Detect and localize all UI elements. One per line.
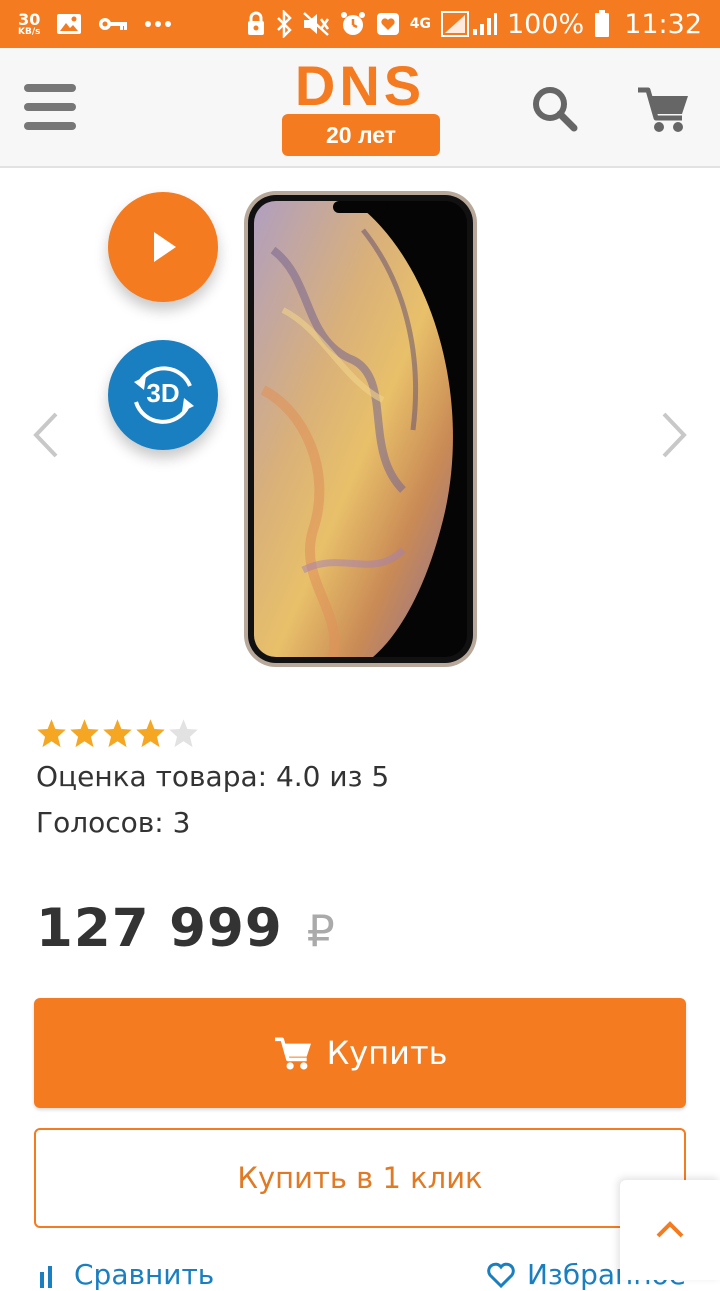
dns-logo[interactable]: DNS 20 лет bbox=[280, 54, 440, 156]
3d-label: 3D bbox=[146, 378, 180, 408]
bluetooth-icon bbox=[276, 10, 292, 38]
logo-badge: 20 лет bbox=[282, 114, 440, 156]
cart-icon bbox=[274, 1037, 311, 1070]
chevron-up-icon bbox=[656, 1221, 684, 1238]
heart-icon bbox=[376, 13, 399, 35]
status-bar: 30 KB/s 4G 100% 11:32 bbox=[0, 0, 720, 48]
play-icon bbox=[154, 232, 176, 262]
vpn-icon bbox=[247, 11, 264, 35]
video-button[interactable] bbox=[108, 192, 218, 302]
cart-icon[interactable] bbox=[636, 84, 690, 134]
star-icon bbox=[70, 719, 99, 748]
heart-outline-icon bbox=[487, 1262, 515, 1288]
speed-value: 30 bbox=[18, 9, 41, 29]
chevron-right-icon[interactable] bbox=[656, 410, 692, 460]
price-amount: 127 999 bbox=[36, 898, 283, 959]
alarm-icon bbox=[340, 12, 365, 35]
rating-stars bbox=[36, 718, 199, 750]
rating-text: Оценка товара: 4.0 из 5 bbox=[36, 760, 390, 793]
more-icon bbox=[145, 21, 172, 27]
compare-link[interactable]: Сравнить bbox=[36, 1258, 214, 1291]
battery-percent: 100% bbox=[506, 8, 585, 40]
price: 127 999 ₽ bbox=[36, 898, 335, 968]
compare-label: Сравнить bbox=[74, 1258, 215, 1291]
search-icon[interactable] bbox=[530, 84, 578, 132]
status-right: 4G 100% 11:32 bbox=[246, 6, 702, 42]
chevron-left-icon[interactable] bbox=[28, 410, 64, 460]
scroll-to-top-button[interactable] bbox=[620, 1180, 720, 1280]
star-icon bbox=[136, 719, 165, 748]
star-icon bbox=[103, 719, 132, 748]
product-gallery[interactable]: 3D bbox=[0, 170, 720, 690]
status-left: 30 KB/s bbox=[18, 8, 172, 40]
votes-count: Голосов: 3 bbox=[36, 806, 191, 839]
buy-one-click-button[interactable]: Купить в 1 клик bbox=[34, 1128, 686, 1228]
speed-unit: KB/s bbox=[18, 26, 41, 37]
image-icon bbox=[57, 14, 82, 34]
battery-icon bbox=[595, 10, 610, 37]
mute-icon bbox=[302, 12, 329, 36]
key-icon bbox=[99, 18, 128, 30]
price-currency: ₽ bbox=[306, 906, 335, 957]
compare-icon bbox=[40, 1265, 52, 1288]
star-empty-icon bbox=[169, 719, 198, 748]
clock: 11:32 bbox=[624, 8, 702, 40]
product-image[interactable] bbox=[243, 190, 478, 668]
signal-icon bbox=[440, 11, 497, 37]
3d-view-button[interactable]: 3D bbox=[108, 340, 218, 450]
menu-icon[interactable] bbox=[24, 84, 76, 130]
logo-text: DNS bbox=[294, 54, 426, 117]
network-type: 4G bbox=[409, 16, 431, 32]
network-speed: 30 KB/s bbox=[18, 9, 41, 37]
app-header: DNS 20 лет bbox=[0, 48, 720, 168]
one-click-label: Купить в 1 клик bbox=[237, 1161, 483, 1195]
star-icon bbox=[37, 719, 66, 748]
buy-label: Купить bbox=[326, 1034, 448, 1072]
buy-button[interactable]: Купить bbox=[34, 998, 686, 1108]
